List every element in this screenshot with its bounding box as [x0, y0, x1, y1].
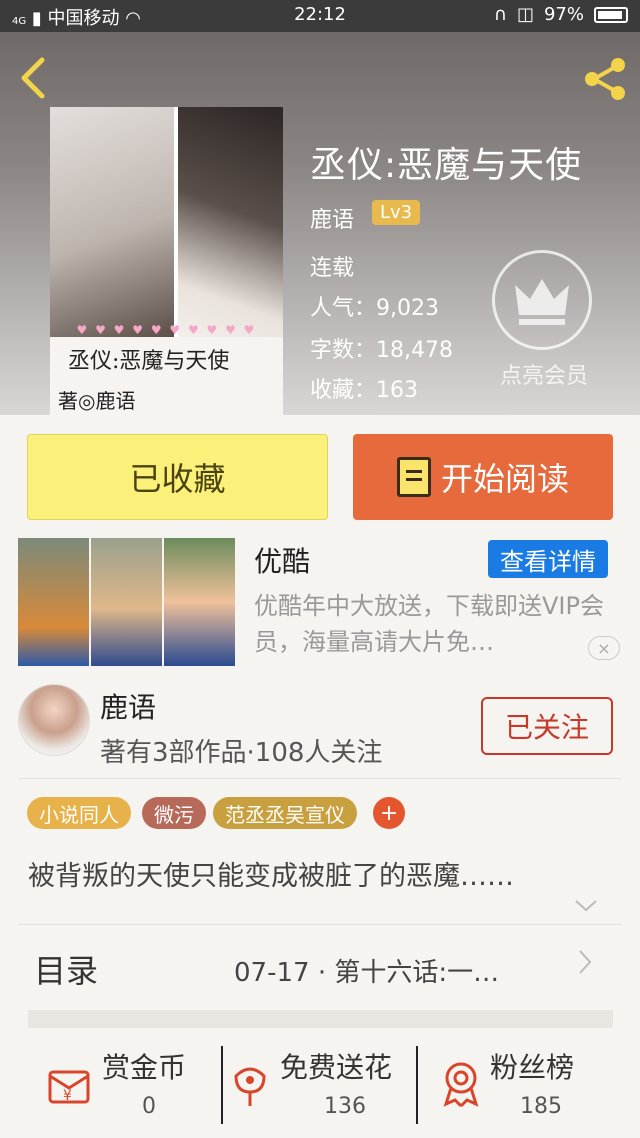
- favorite-button[interactable]: 已收藏: [27, 434, 328, 520]
- chevron-down-icon: [575, 900, 597, 912]
- send-flower-label: 免费送花: [280, 1051, 393, 1084]
- cover-author: 著◎鹿语: [58, 389, 136, 413]
- tag-item[interactable]: 微污: [142, 797, 206, 829]
- back-icon: [21, 57, 45, 99]
- book-icon: [396, 457, 431, 497]
- ad-details-button[interactable]: 查看详情: [488, 540, 608, 578]
- divider: [416, 1046, 418, 1124]
- send-flower-count: 136: [324, 1094, 366, 1119]
- coin-icon: ¥: [48, 1070, 90, 1104]
- ad-image[interactable]: [18, 538, 235, 666]
- ad-title: 优酷: [254, 545, 311, 578]
- words-stat: 字数：18,478: [310, 332, 453, 364]
- favorites-value: 163: [376, 378, 419, 403]
- book-header: ♥ ♥ ♥ ♥ ♥ ♥ ♥ ♥ ♥ ♥ 丞仪:恶魔与天使 著◎鹿语 丞仪:恶魔与…: [0, 32, 640, 415]
- cover-photo-left: [50, 107, 174, 337]
- popularity-value: 9,023: [376, 296, 439, 321]
- svg-text:¥: ¥: [63, 1088, 72, 1104]
- crown-icon: [515, 279, 569, 325]
- follow-button[interactable]: 已关注: [481, 697, 613, 755]
- fan-ranking-count: 185: [520, 1094, 562, 1119]
- divider: [18, 924, 622, 925]
- start-reading-button[interactable]: 开始阅读: [353, 434, 613, 520]
- author-meta: 著有3部作品·108人关注: [100, 738, 383, 768]
- share-icon: [585, 58, 625, 100]
- divider: [18, 778, 622, 779]
- words-label: 字数：: [310, 338, 377, 363]
- vip-label[interactable]: 点亮会员: [492, 358, 596, 390]
- reward-coin-count: 0: [142, 1094, 156, 1119]
- tag-item[interactable]: 小说同人: [27, 797, 131, 829]
- toc-arrow: [578, 948, 592, 983]
- expand-summary-button[interactable]: [574, 894, 598, 918]
- send-flower-button[interactable]: 免费送花 136: [228, 1044, 414, 1124]
- favorites-label: 收藏：: [310, 378, 377, 403]
- ad-image-panel-2: [91, 538, 162, 666]
- ad-image-panel-3: [164, 538, 235, 666]
- avatar[interactable]: [18, 684, 90, 756]
- book-cover[interactable]: ♥ ♥ ♥ ♥ ♥ ♥ ♥ ♥ ♥ ♥ 丞仪:恶魔与天使 著◎鹿语: [50, 107, 283, 415]
- fan-ranking-button[interactable]: 粉丝榜 185: [436, 1044, 616, 1124]
- medal-icon: [443, 1062, 479, 1108]
- status-right: ∩ ◫ 97%: [494, 4, 628, 25]
- chevron-right-icon: [579, 950, 592, 974]
- book-author[interactable]: 鹿语: [310, 202, 354, 234]
- share-button[interactable]: [580, 54, 630, 104]
- fan-ranking-label: 粉丝榜: [490, 1051, 575, 1084]
- book-summary: 被背叛的天使只能变成被脏了的恶魔……: [28, 861, 514, 892]
- battery-percent: 97%: [543, 4, 584, 25]
- popularity-stat: 人气：9,023: [310, 290, 439, 322]
- divider: [221, 1046, 223, 1124]
- headset-icon: ∩: [493, 4, 507, 25]
- vip-button[interactable]: [492, 250, 592, 350]
- ad-image-panel-1: [18, 538, 89, 666]
- ad-description: 优酷年中大放送，下载即送VIP会员，海量高请大片免…: [254, 592, 604, 656]
- section-gap: [28, 1010, 613, 1028]
- words-value: 18,478: [376, 338, 453, 363]
- popularity-label: 人气：: [310, 296, 377, 321]
- favorites-stat: 收藏：163: [310, 372, 418, 404]
- status-bar: 4G ▮ 中国移动 ◠ 22:12 ∩ ◫ 97%: [0, 0, 640, 32]
- tag-item[interactable]: 范丞丞吴宣仪: [213, 797, 357, 829]
- cover-photo-right: [178, 107, 283, 337]
- reward-coin-label: 赏金币: [102, 1051, 187, 1084]
- ad-close-button[interactable]: ×: [588, 636, 620, 660]
- battery-icon: [594, 6, 628, 23]
- latest-chapter: 07-17 · 第十六话:一…: [234, 958, 500, 988]
- book-title: 丞仪:恶魔与天使: [310, 145, 583, 186]
- add-tag-button[interactable]: +: [373, 797, 405, 829]
- cast-icon: ◫: [516, 4, 534, 25]
- toc-label: 目录: [34, 952, 99, 990]
- author-level-badge: Lv3: [372, 200, 421, 225]
- back-button[interactable]: [18, 56, 58, 100]
- start-reading-label: 开始阅读: [440, 460, 569, 498]
- reward-coin-button[interactable]: ¥ 赏金币 0: [40, 1044, 220, 1124]
- book-status: 连载: [310, 256, 355, 281]
- author-name[interactable]: 鹿语: [100, 686, 156, 726]
- cover-hearts: ♥ ♥ ♥ ♥ ♥ ♥ ♥ ♥ ♥ ♥: [76, 323, 257, 337]
- flower-icon: [234, 1067, 266, 1106]
- cover-title: 丞仪:恶魔与天使: [68, 349, 230, 374]
